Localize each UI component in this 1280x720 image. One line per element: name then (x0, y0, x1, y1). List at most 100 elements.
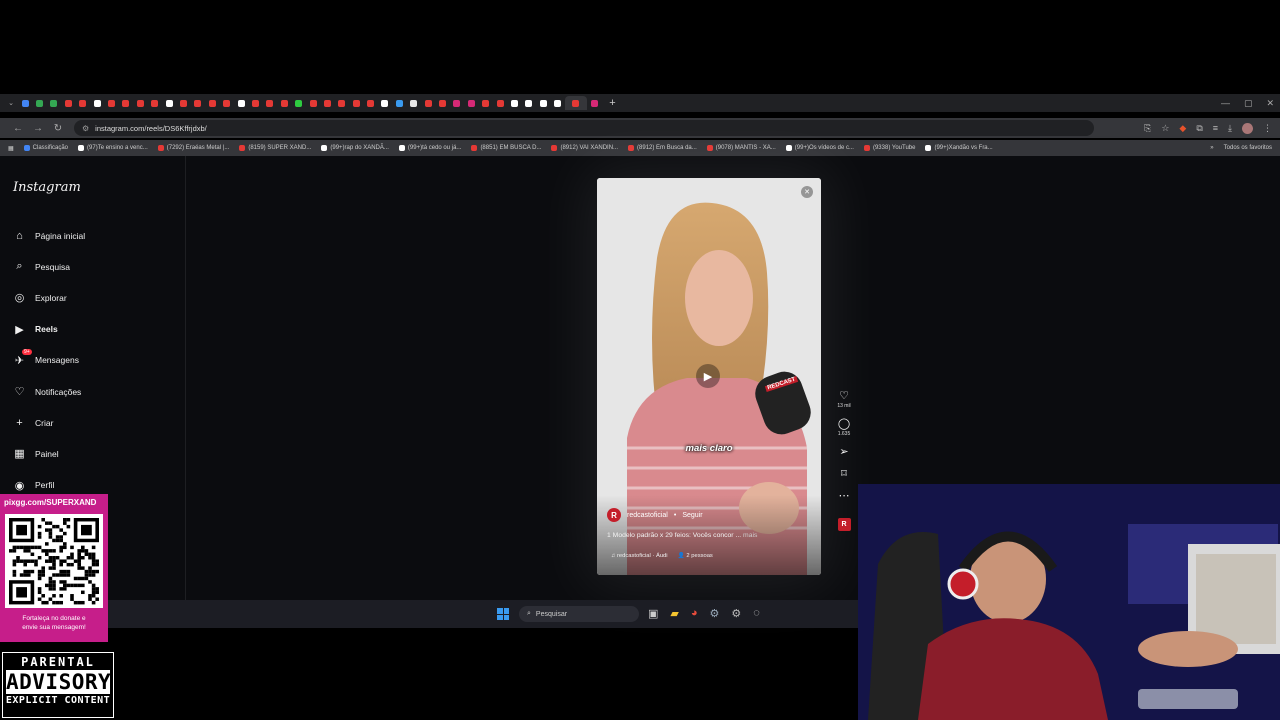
install-app-icon[interactable]: ⎘ (1144, 123, 1151, 134)
bookmark-item[interactable]: (8851) EM BUSCA D... (471, 145, 541, 151)
sidebar-item-heart[interactable]: ♡ Notificações (0, 376, 186, 407)
browser-tab[interactable] (104, 96, 118, 110)
browser-tab[interactable] (76, 96, 90, 110)
browser-tab[interactable] (435, 96, 449, 110)
new-tab-icon[interactable]: + (609, 97, 615, 109)
profile-avatar[interactable] (1242, 122, 1253, 134)
browser-tab[interactable] (277, 96, 291, 110)
comment-icon[interactable]: ◯ (838, 418, 850, 431)
tagged-people[interactable]: 👤 2 pessoas (678, 553, 713, 559)
browser-tab[interactable] (479, 96, 493, 110)
browser-tab[interactable] (564, 96, 587, 110)
browser-tab[interactable] (162, 96, 176, 110)
bookmark-item[interactable]: (99+)Os vídeos de c... (785, 145, 854, 151)
browser-tab[interactable] (587, 96, 601, 110)
sidebar-item-reels[interactable]: ▶ Reels (0, 314, 186, 345)
bookmark-item[interactable]: (8912) VAI XANDIN... (551, 145, 618, 151)
browser-tab[interactable] (349, 96, 363, 110)
author-name[interactable]: redcastoficial (627, 512, 668, 519)
maximize-icon[interactable]: ▢ (1244, 98, 1253, 109)
browser-tab[interactable] (234, 96, 248, 110)
browser-tab[interactable] (61, 96, 75, 110)
follow-button[interactable]: Seguir (682, 512, 702, 519)
browser-tab[interactable] (306, 96, 320, 110)
browser-tab[interactable] (148, 96, 162, 110)
browser-tab[interactable] (522, 96, 536, 110)
apps-icon[interactable]: ▦ (8, 145, 14, 152)
browser-tab[interactable] (550, 96, 564, 110)
browser-tab[interactable] (536, 96, 550, 110)
extensions-icon[interactable]: ⧉ (1196, 123, 1202, 134)
bookmark-item[interactable]: (9078) MANTIS - XA... (706, 145, 776, 151)
browser-tab[interactable] (464, 96, 478, 110)
site-info-icon[interactable]: ⚙ (82, 124, 89, 133)
browser-tab[interactable] (32, 96, 46, 110)
mute-icon[interactable]: ✕ (801, 186, 813, 198)
bookmarks-overflow-icon[interactable]: » (1210, 145, 1213, 151)
browser-tab[interactable] (18, 96, 32, 110)
bookmark-item[interactable]: (8159) SUPER XAND... (239, 145, 311, 151)
sidebar-item-dashboard[interactable]: ▦ Painel (0, 438, 186, 469)
browser-tab[interactable] (263, 96, 277, 110)
task-view-icon[interactable]: ▣ (648, 607, 658, 620)
chrome-icon[interactable]: ◕ (691, 607, 698, 620)
forward-icon[interactable]: → (28, 123, 48, 134)
send-icon[interactable]: ➢ (839, 446, 848, 459)
audio-avatar[interactable]: R (837, 518, 851, 531)
browser-tab[interactable] (407, 96, 421, 110)
bookmark-item[interactable]: Classificação (23, 145, 68, 151)
sidebar-item-home[interactable]: ⌂ Página inicial (0, 220, 186, 251)
browser-tab[interactable] (378, 96, 392, 110)
all-bookmarks-folder[interactable]: Todos os favoritos (1224, 145, 1272, 151)
sidebar-item-search[interactable]: ⌕ Pesquisa (0, 251, 186, 282)
browser-tab[interactable] (363, 96, 377, 110)
reload-icon[interactable]: ↻ (48, 123, 68, 134)
bookmark-item[interactable]: (7292) Eraéas Metal |... (157, 145, 229, 151)
browser-tab[interactable] (392, 96, 406, 110)
file-explorer-icon[interactable]: ▰ (670, 607, 678, 620)
browser-tab[interactable] (335, 96, 349, 110)
author-avatar[interactable]: R (607, 508, 621, 522)
browser-tab[interactable] (119, 96, 133, 110)
reel-video[interactable]: ✕ ▶ REDCAST mais claro R redcastoficial … (597, 178, 821, 575)
browser-tab[interactable] (450, 96, 464, 110)
share-action[interactable]: ➢ (839, 446, 848, 459)
browser-tab[interactable] (191, 96, 205, 110)
bookmark-item[interactable]: (99+)tá cedo ou já... (398, 145, 461, 151)
browser-tab[interactable] (47, 96, 61, 110)
app-icon[interactable]: ◌ (753, 607, 760, 620)
bookmark-item[interactable]: (8912) Em Busca da... (628, 145, 697, 151)
menu-icon[interactable]: ⋮ (1263, 123, 1272, 134)
sidebar-item-plus[interactable]: + Criar (0, 407, 186, 438)
browser-tab[interactable] (493, 96, 507, 110)
browser-tab[interactable] (248, 96, 262, 110)
more-link[interactable]: mais (743, 532, 757, 539)
browser-tab[interactable] (133, 96, 147, 110)
browser-tab[interactable] (205, 96, 219, 110)
save-action[interactable]: ⌑ (841, 468, 847, 481)
browser-tab[interactable] (421, 96, 435, 110)
audio-link[interactable]: ♫ redcastoficial · Áudi (611, 553, 668, 559)
close-icon[interactable]: ✕ (1266, 98, 1274, 109)
like-action[interactable]: ♡ 13 mil (837, 390, 850, 409)
browser-tab[interactable] (90, 96, 104, 110)
taskbar-search[interactable]: ⌕ Pesquisar (519, 606, 639, 622)
more-action[interactable]: ⋯ (839, 490, 850, 503)
instagram-logo[interactable]: Instagram (13, 180, 81, 195)
browser-tab[interactable] (291, 96, 305, 110)
sidebar-item-compass[interactable]: ◎ Explorar (0, 282, 186, 313)
minimize-icon[interactable]: — (1221, 98, 1230, 108)
browser-tab[interactable] (320, 96, 334, 110)
heart-icon[interactable]: ♡ (839, 390, 849, 403)
bookmark-item[interactable]: (99+)Xandão vs Fra... (925, 145, 993, 151)
back-icon[interactable]: ← (8, 123, 28, 134)
bookmark-icon[interactable]: ⌑ (841, 468, 847, 481)
more-icon[interactable]: ⋯ (839, 490, 850, 503)
browser-tab[interactable] (176, 96, 190, 110)
browser-tab[interactable] (219, 96, 233, 110)
address-bar[interactable]: ⚙ instagram.com/reels/DS6Kffrjdxb/ (74, 120, 1094, 136)
bookmark-item[interactable]: (99+)rap do XANDÃ... (321, 145, 389, 151)
sidebar-item-messenger[interactable]: ✈ Mensagens 9+ (0, 345, 186, 376)
comment-action[interactable]: ◯ 1.635 (838, 418, 851, 437)
bookmark-item[interactable]: (9338) YouTube (863, 145, 915, 151)
